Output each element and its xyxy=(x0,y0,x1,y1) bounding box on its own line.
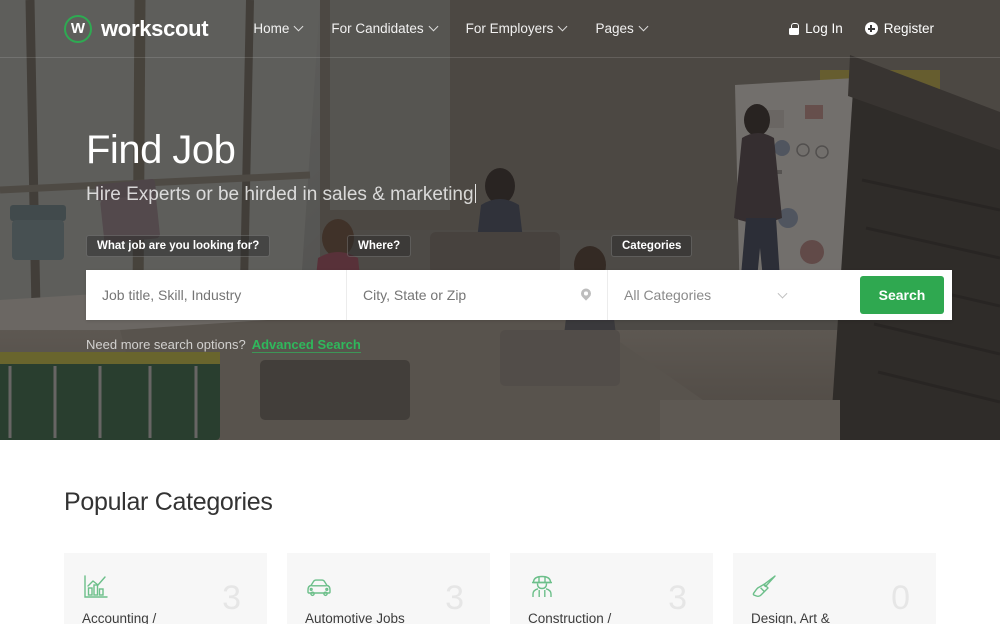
nav-item-label: For Employers xyxy=(465,21,554,36)
nav-item-home[interactable]: Home xyxy=(253,21,303,36)
site-header: W workscout Home For Candidates For Empl… xyxy=(0,0,1000,58)
category-name: Accounting / Finance xyxy=(82,611,157,624)
section-heading: Popular Categories xyxy=(64,488,273,516)
location-input[interactable] xyxy=(363,287,607,303)
chevron-down-icon xyxy=(559,23,567,31)
hero-content: Find Job Hire Experts or be hirded in sa… xyxy=(86,128,950,206)
category-name: Design, Art & Multimedia xyxy=(751,611,830,624)
circle-w-logo-icon: W xyxy=(64,14,92,43)
chevron-down-icon xyxy=(430,23,438,31)
category-count: 3 xyxy=(668,579,687,617)
hero-dark-overlay xyxy=(0,0,1000,440)
log-in-button[interactable]: Log In xyxy=(789,21,843,36)
typing-caret xyxy=(474,184,477,203)
keyword-field[interactable] xyxy=(86,270,347,320)
advanced-search-row: Need more search options? Advanced Search xyxy=(86,337,361,353)
register-label: Register xyxy=(883,21,934,36)
categories-grid: Accounting / Finance 3 Automotive Jobs 3 xyxy=(64,553,936,624)
category-count: 3 xyxy=(445,579,464,617)
chevron-down-icon xyxy=(777,288,788,299)
register-button[interactable]: Register xyxy=(864,21,934,36)
map-pin-icon xyxy=(581,289,591,302)
job-search-form: All Categories Search xyxy=(86,270,952,320)
search-field-labels: What job are you looking for? Where? Cat… xyxy=(0,235,1000,257)
search-button[interactable]: Search xyxy=(860,276,944,314)
nav-item-label: Home xyxy=(253,21,290,36)
account-actions: Log In Register xyxy=(789,21,934,36)
category-name: Automotive Jobs xyxy=(305,611,405,624)
chevron-down-icon xyxy=(295,23,303,31)
label-job-keyword: What job are you looking for? xyxy=(86,235,271,257)
hero-subtitle-text: Hire Experts or be hirded in sales & mar… xyxy=(86,184,474,205)
advanced-search-link[interactable]: Advanced Search xyxy=(251,337,361,353)
category-select[interactable]: All Categories xyxy=(608,270,860,320)
nav-item-label: For Candidates xyxy=(331,21,424,36)
nav-item-for-candidates[interactable]: For Candidates xyxy=(331,21,437,36)
plus-circle-icon xyxy=(864,22,878,35)
search-input[interactable] xyxy=(102,287,346,303)
category-name: Construction / Facilities xyxy=(528,611,612,624)
lock-icon xyxy=(789,22,800,35)
popular-categories-section: Popular Categories Accounting / Finance … xyxy=(0,440,1000,624)
category-count: 3 xyxy=(222,579,241,617)
nav-item-label: Pages xyxy=(595,21,634,36)
category-card-design-art-multimedia[interactable]: Design, Art & Multimedia 0 xyxy=(733,553,936,624)
location-field[interactable] xyxy=(347,270,608,320)
advanced-search-prompt: Need more search options? xyxy=(86,337,246,352)
label-location: Where? xyxy=(347,235,412,257)
label-categories: Categories xyxy=(611,235,693,257)
log-in-label: Log In xyxy=(805,21,843,36)
hero-subtitle: Hire Experts or be hirded in sales & mar… xyxy=(86,184,950,206)
category-count: 0 xyxy=(891,579,910,617)
category-card-accounting-finance[interactable]: Accounting / Finance 3 xyxy=(64,553,267,624)
hero-section: W workscout Home For Candidates For Empl… xyxy=(0,0,1000,440)
page-title: Find Job xyxy=(86,128,236,172)
logo-text: workscout xyxy=(101,15,209,41)
category-card-automotive-jobs[interactable]: Automotive Jobs 3 xyxy=(287,553,490,624)
site-logo[interactable]: W workscout xyxy=(64,14,209,43)
category-select-value: All Categories xyxy=(624,287,712,303)
category-card-construction-facilities[interactable]: Construction / Facilities 3 xyxy=(510,553,713,624)
nav-item-pages[interactable]: Pages xyxy=(595,21,647,36)
main-navigation: Home For Candidates For Employers Pages xyxy=(253,21,647,36)
nav-item-for-employers[interactable]: For Employers xyxy=(466,21,568,36)
chevron-down-icon xyxy=(640,23,648,31)
